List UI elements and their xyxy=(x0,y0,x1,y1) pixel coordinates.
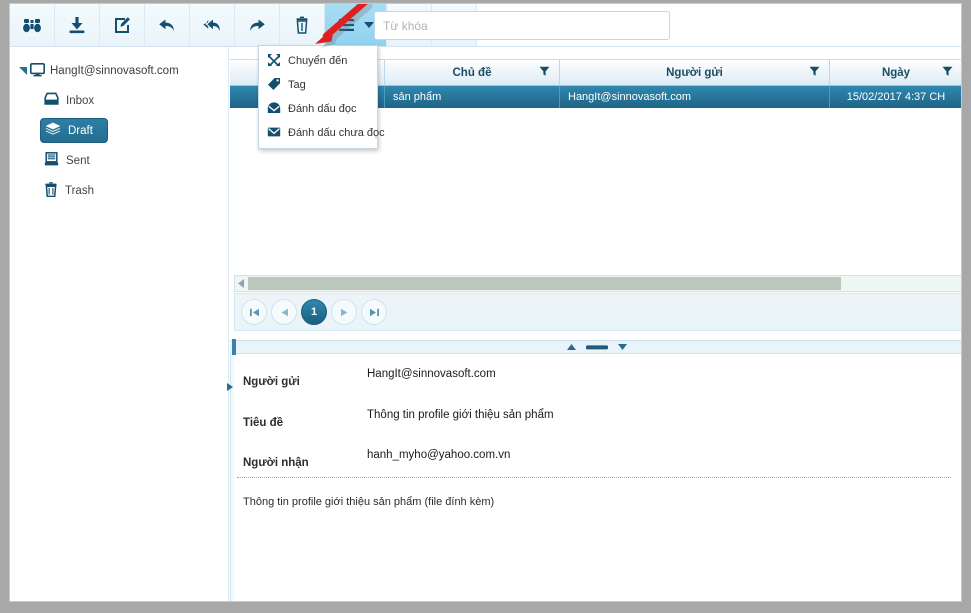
hamburger-menu-icon xyxy=(338,16,360,34)
pager-page-1-button[interactable]: 1 xyxy=(301,299,327,325)
expand-right-icon[interactable] xyxy=(227,378,233,396)
menu-item-label: Đánh dấu đọc xyxy=(288,103,357,115)
envelope-open-icon xyxy=(267,101,281,118)
sidebar-item-label: Draft xyxy=(68,124,93,137)
sidebar-item-inbox[interactable]: Inbox xyxy=(40,88,102,113)
import-icon xyxy=(67,15,87,35)
sidebar-item-label: Trash xyxy=(65,184,94,197)
grid-column-sender[interactable]: Người gửi xyxy=(560,60,830,85)
reply-icon-button[interactable] xyxy=(145,4,190,46)
binoculars-icon xyxy=(22,15,42,35)
forward-icon xyxy=(247,15,267,35)
reply-icon xyxy=(157,15,177,35)
sent-icon xyxy=(44,152,59,169)
toolbar-dropdown-menu: Chuyển đến Tag Đánh dấu đọc Đánh dấu chư… xyxy=(258,45,385,149)
detail-value: Thông tin profile giới thiệu sản phẩm xyxy=(367,409,554,421)
grid-column-date[interactable]: Ngày xyxy=(830,60,961,85)
layers-icon xyxy=(45,122,61,139)
menu-item-mark-read[interactable]: Đánh dấu đọc xyxy=(259,97,377,121)
message-detail-panel: Người gửi HangIt@sinnovasoft.com Tiêu đề… xyxy=(227,354,961,601)
sidebar-item-trash[interactable]: Trash xyxy=(40,178,102,203)
binoculars-icon-button[interactable] xyxy=(10,4,55,46)
import-icon-button[interactable] xyxy=(55,4,100,46)
trash-icon-button[interactable] xyxy=(280,4,325,46)
detail-label: Người gửi xyxy=(243,376,300,388)
reply-all-icon xyxy=(202,15,222,35)
row-sender-cell: HangIt@sinnovasoft.com xyxy=(560,86,830,108)
trash-icon xyxy=(292,15,312,35)
search-input[interactable] xyxy=(374,11,670,40)
sidebar-item-sent[interactable]: Sent xyxy=(40,148,98,173)
sidebar: HangIt@sinnovasoft.com Inbox Draft Sent … xyxy=(10,47,229,601)
sidebar-item-label: Sent xyxy=(66,154,90,167)
detail-value: hanh_myho@yahoo.com.vn xyxy=(367,449,511,461)
detail-value: HangIt@sinnovasoft.com xyxy=(367,368,496,380)
filter-icon[interactable] xyxy=(539,66,550,80)
mail-client-window: HangIt@sinnovasoft.com Inbox Draft xyxy=(9,3,962,602)
toolbar xyxy=(10,4,961,47)
search-container xyxy=(374,11,670,40)
trash-icon xyxy=(44,181,58,200)
horizontal-splitter[interactable] xyxy=(230,340,961,354)
grid-column-label: Người gửi xyxy=(666,66,723,79)
pager-prev-button[interactable] xyxy=(271,299,297,325)
detail-body-text: Thông tin profile giới thiệu sản phẩm (f… xyxy=(243,496,495,508)
detail-divider xyxy=(237,477,951,478)
menu-item-mark-unread[interactable]: Đánh dấu chưa đọc xyxy=(259,121,385,145)
sidebar-root-account[interactable]: HangIt@sinnovasoft.com xyxy=(10,59,228,83)
menu-item-label: Chuyển đến xyxy=(288,55,348,67)
tag-icon xyxy=(267,77,281,94)
detail-label: Tiêu đề xyxy=(243,417,284,429)
menu-item-label: Đánh dấu chưa đọc xyxy=(288,127,385,139)
pager: 1 xyxy=(234,293,961,331)
row-subject-cell: sản phẩm xyxy=(385,86,560,108)
grid-column-label: Ngày xyxy=(881,66,911,79)
filter-icon[interactable] xyxy=(809,66,820,80)
menu-item-label: Tag xyxy=(288,79,306,91)
forward-icon-button[interactable] xyxy=(235,4,280,46)
sidebar-root-label: HangIt@sinnovasoft.com xyxy=(50,65,179,77)
monitor-icon xyxy=(30,62,45,80)
reply-all-icon-button[interactable] xyxy=(190,4,235,46)
filter-icon[interactable] xyxy=(942,66,953,80)
splitter-handle[interactable] xyxy=(232,339,236,355)
compose-icon-button[interactable] xyxy=(100,4,145,46)
horizontal-scrollbar[interactable] xyxy=(234,275,961,292)
tree-collapse-icon[interactable] xyxy=(16,66,30,76)
grid-column-label: Chủ đề xyxy=(452,66,492,79)
scroll-left-arrow-icon[interactable] xyxy=(235,279,247,288)
pager-last-button[interactable] xyxy=(361,299,387,325)
sidebar-item-draft[interactable]: Draft xyxy=(40,118,108,143)
menu-item-tag[interactable]: Tag xyxy=(259,73,377,97)
compose-icon xyxy=(112,15,132,35)
chevron-down-icon xyxy=(363,21,374,29)
inbox-icon xyxy=(44,92,59,109)
pager-first-button[interactable] xyxy=(241,299,267,325)
grid-column-subject[interactable]: Chủ đề xyxy=(385,60,560,85)
scrollbar-thumb[interactable] xyxy=(248,277,841,290)
row-date-cell: 15/02/2017 4:37 CH xyxy=(846,91,946,103)
sidebar-item-label: Inbox xyxy=(66,94,95,107)
pager-next-button[interactable] xyxy=(331,299,357,325)
envelope-closed-icon xyxy=(267,125,281,142)
menu-item-move-to[interactable]: Chuyển đến xyxy=(259,49,377,73)
detail-label: Người nhận xyxy=(243,457,309,469)
move-icon xyxy=(267,53,281,70)
